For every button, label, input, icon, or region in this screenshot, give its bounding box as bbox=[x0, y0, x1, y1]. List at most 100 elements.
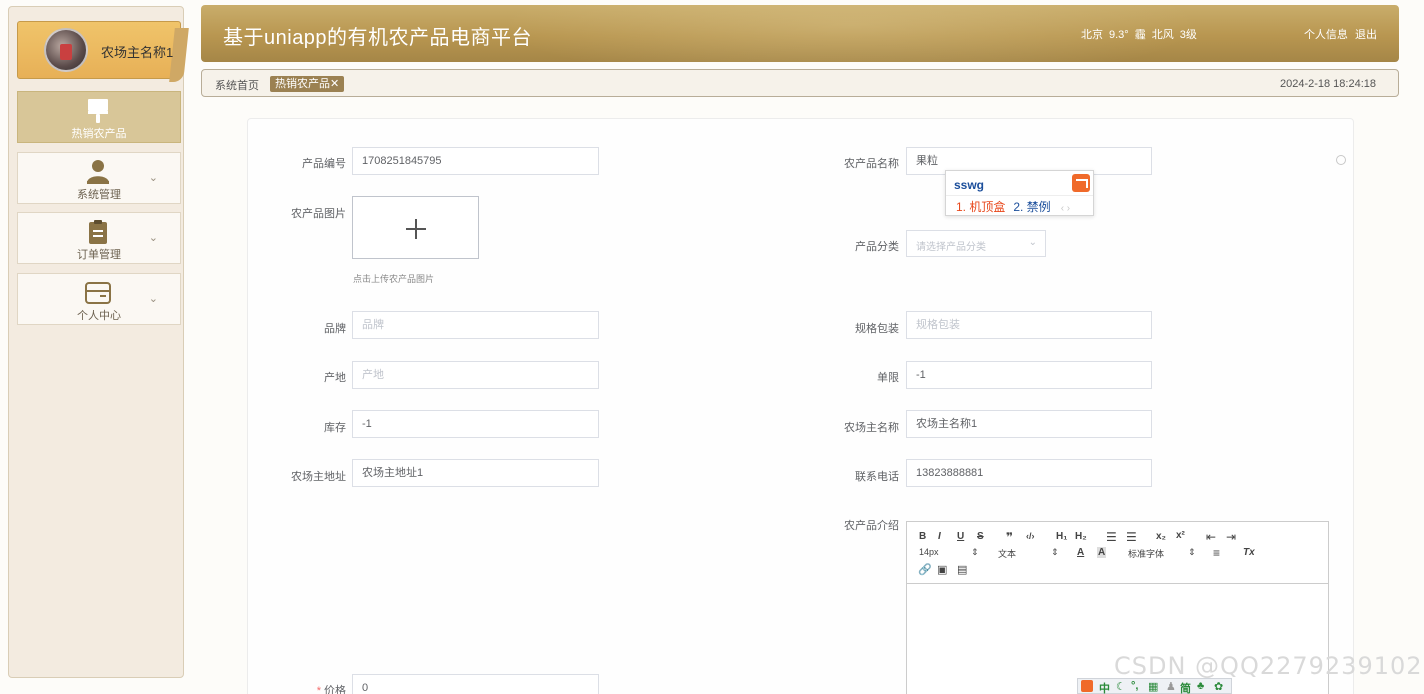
required-mark: * bbox=[316, 685, 321, 694]
h1-button[interactable]: H₁ bbox=[1056, 531, 1067, 542]
close-icon[interactable]: ✕ bbox=[330, 78, 339, 90]
ime-simplified-toggle[interactable]: 简 bbox=[1180, 680, 1191, 694]
indent-button[interactable]: ⇥ bbox=[1226, 530, 1236, 544]
sidebar-item-profile[interactable]: 个人中心 ⌄ bbox=[17, 273, 181, 325]
phone-input[interactable]: 13823888881 bbox=[906, 459, 1152, 487]
avatar bbox=[44, 28, 88, 72]
keyboard-icon[interactable]: ▦ bbox=[1148, 680, 1158, 693]
spec-label: 规格包装 bbox=[855, 323, 899, 335]
weather-condition: 霾 bbox=[1134, 29, 1146, 41]
chevron-down-icon: ⌄ bbox=[1028, 237, 1037, 248]
price-label-text: 价格 bbox=[324, 685, 346, 694]
brand-input[interactable]: 品牌 bbox=[352, 311, 599, 339]
brush-icon bbox=[88, 99, 108, 123]
sidebar-item-label: 热销农产品 bbox=[71, 128, 127, 140]
bullet-list-button[interactable]: ☰ bbox=[1126, 530, 1137, 544]
sidebar: 农场主名称1 热销农产品 系统管理 ⌄ 订单管理 ⌄ 个人中心 ⌄ bbox=[8, 6, 189, 678]
farmer-name-label: 农场主名称 bbox=[844, 422, 899, 434]
user-card[interactable]: 农场主名称1 bbox=[17, 21, 189, 82]
link-icon[interactable]: 🔗 bbox=[918, 563, 932, 576]
font-family-select[interactable]: 标准字体 bbox=[1128, 547, 1164, 560]
product-code-input[interactable]: 1708251845795 bbox=[352, 147, 599, 175]
chevron-updown-icon: ⇕ bbox=[971, 547, 979, 557]
category-select[interactable]: 请选择产品分类 ⌄ bbox=[906, 230, 1046, 257]
breadcrumb-home[interactable]: 系统首页 bbox=[215, 77, 259, 93]
stock-label: 库存 bbox=[324, 422, 346, 434]
person-icon bbox=[87, 160, 109, 184]
brand-label: 品牌 bbox=[324, 323, 346, 335]
quote-button[interactable]: ❞ bbox=[1006, 530, 1013, 544]
chevron-down-icon: ⌄ bbox=[148, 172, 158, 184]
align-button[interactable]: ≡ bbox=[1213, 546, 1220, 560]
tab-hot-products[interactable]: 热销农产品✕ bbox=[270, 76, 345, 92]
sidebar-item-label: 系统管理 bbox=[77, 189, 121, 201]
logout-link[interactable]: 退出 bbox=[1355, 29, 1377, 41]
price-input[interactable]: 0 bbox=[352, 674, 599, 694]
ime-page-nav-icon[interactable]: ‹ › bbox=[1061, 203, 1070, 214]
close-circle-icon[interactable] bbox=[1336, 155, 1346, 165]
weather-widget: 北京 9.3° 霾北风 3级 bbox=[1081, 26, 1203, 42]
profile-link[interactable]: 个人信息 bbox=[1304, 29, 1348, 41]
farmer-name-input[interactable]: 农场主名称1 bbox=[906, 410, 1152, 438]
chevron-updown-icon: ⇕ bbox=[1051, 547, 1059, 557]
sidebar-item-hot-products[interactable]: 热销农产品 bbox=[17, 91, 181, 143]
ime-composition: sswg bbox=[954, 178, 985, 192]
ordered-list-button[interactable]: ☰ bbox=[1106, 530, 1117, 544]
limit-label: 单限 bbox=[877, 372, 899, 384]
clipboard-icon bbox=[89, 220, 107, 244]
header-links: 个人信息 退出 bbox=[1300, 26, 1377, 42]
card-icon bbox=[85, 282, 111, 304]
user-icon[interactable]: ♟ bbox=[1166, 680, 1176, 693]
origin-input[interactable]: 产地 bbox=[352, 361, 599, 389]
skin-icon[interactable]: ♣ bbox=[1197, 680, 1204, 692]
underline-button[interactable]: U bbox=[957, 531, 964, 542]
spec-input[interactable]: 规格包装 bbox=[906, 311, 1152, 339]
farmer-address-input[interactable]: 农场主地址1 bbox=[352, 459, 599, 487]
weather-temp: 9.3° bbox=[1109, 29, 1129, 41]
strike-button[interactable]: S bbox=[977, 531, 984, 542]
price-label: * 价格 bbox=[256, 682, 346, 694]
tab-label: 热销农产品 bbox=[275, 78, 330, 90]
punctuation-icon[interactable]: °, bbox=[1131, 680, 1138, 692]
moon-icon[interactable]: ☾ bbox=[1116, 680, 1126, 693]
product-code-label: 产品编号 bbox=[302, 158, 346, 170]
ime-candidates: 1. 机顶盒 2. 禁例 ‹ › bbox=[946, 195, 1093, 217]
upload-tip: 点击上传农产品图片 bbox=[353, 274, 435, 284]
sogou-logo-icon bbox=[1072, 174, 1090, 192]
superscript-button[interactable]: x² bbox=[1176, 530, 1185, 541]
code-button[interactable]: ‹/› bbox=[1026, 531, 1035, 541]
font-color-button[interactable]: A bbox=[1077, 547, 1084, 558]
app-title: 基于uniapp的有机农产品电商平台 bbox=[223, 27, 533, 49]
background-color-button[interactable]: A bbox=[1097, 547, 1107, 558]
ime-candidate-popup: sswg 1. 机顶盒 2. 禁例 ‹ › bbox=[945, 170, 1094, 216]
username: 农场主名称1 bbox=[101, 45, 174, 60]
limit-input[interactable]: -1 bbox=[906, 361, 1152, 389]
h2-button[interactable]: H₂ bbox=[1075, 531, 1087, 542]
category-label: 产品分类 bbox=[855, 241, 899, 253]
subscript-button[interactable]: x₂ bbox=[1156, 531, 1166, 542]
clear-format-button[interactable]: Tx bbox=[1243, 547, 1255, 558]
italic-button[interactable]: I bbox=[938, 531, 941, 542]
stock-input[interactable]: -1 bbox=[352, 410, 599, 438]
video-icon[interactable]: ▤ bbox=[957, 563, 967, 576]
ime-lang-toggle[interactable]: 中 bbox=[1099, 680, 1110, 694]
weather-level: 3级 bbox=[1179, 29, 1197, 41]
chevron-down-icon: ⌄ bbox=[148, 232, 158, 244]
category-placeholder: 请选择产品分类 bbox=[916, 242, 986, 253]
bold-button[interactable]: B bbox=[919, 531, 926, 542]
chevron-down-icon: ⌄ bbox=[148, 293, 158, 305]
ime-candidate-1[interactable]: 1. 机顶盒 bbox=[956, 200, 1005, 214]
sogou-icon[interactable] bbox=[1081, 680, 1093, 692]
settings-icon[interactable]: ✿ bbox=[1214, 680, 1223, 693]
sidebar-item-orders[interactable]: 订单管理 ⌄ bbox=[17, 212, 181, 264]
ime-candidate-2[interactable]: 2. 禁例 bbox=[1013, 200, 1050, 214]
ime-toolbar: 中 ☾ °, ▦ ♟ 简 ♣ ✿ bbox=[1077, 678, 1232, 694]
image-icon[interactable]: ▣ bbox=[937, 563, 947, 576]
image-upload[interactable] bbox=[352, 196, 479, 259]
editor-toolbar: B I U S ❞ ‹/› H₁ H₂ ☰ ☰ x₂ x² ⇤ ⇥ 14px ⇕… bbox=[907, 522, 1328, 584]
outdent-button[interactable]: ⇤ bbox=[1206, 530, 1216, 544]
header-select[interactable]: 文本 bbox=[998, 547, 1016, 560]
sidebar-item-system[interactable]: 系统管理 ⌄ bbox=[17, 152, 181, 204]
plus-icon bbox=[406, 219, 426, 239]
font-size-select[interactable]: 14px bbox=[919, 547, 939, 557]
